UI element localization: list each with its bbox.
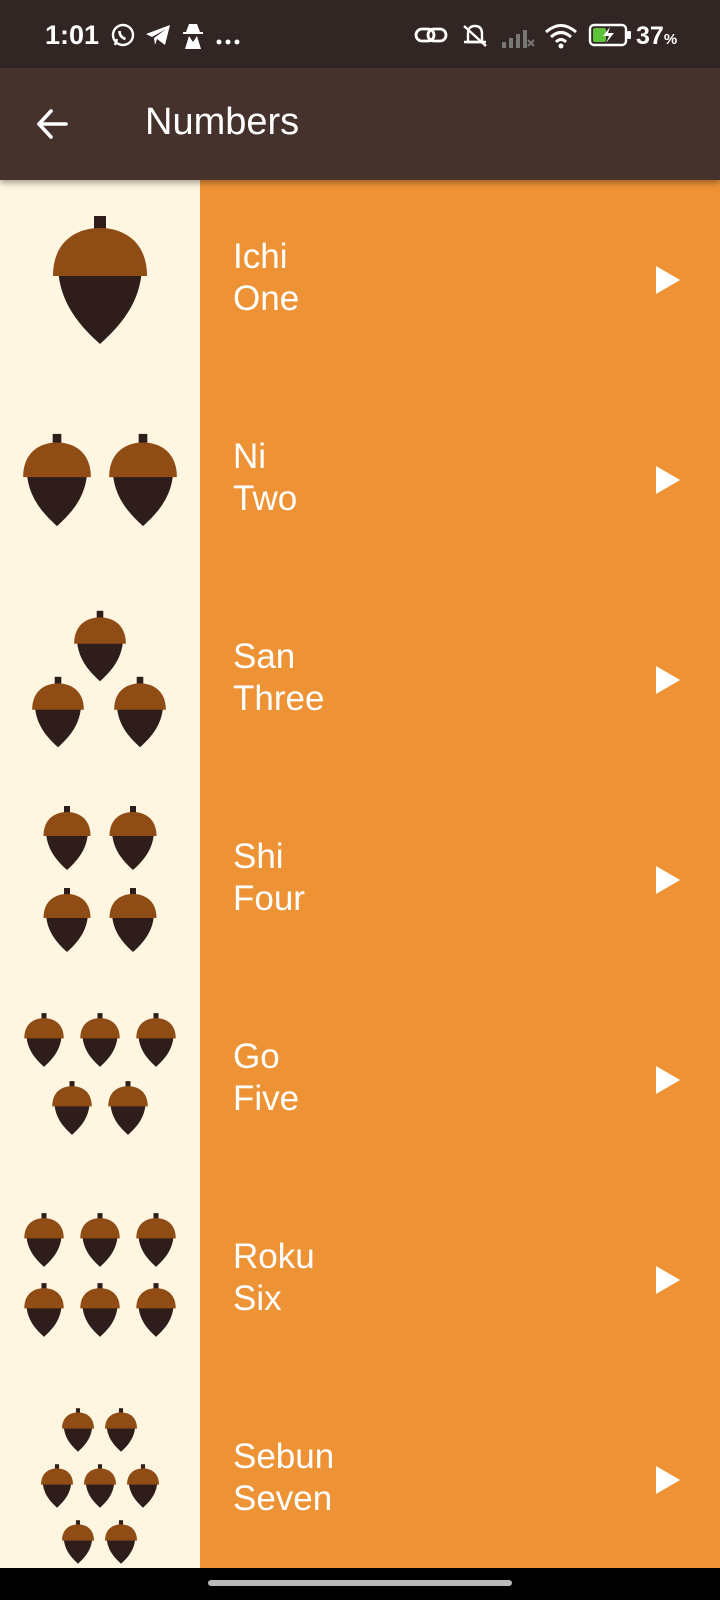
acorn-icon bbox=[114, 676, 166, 748]
word-labels: Ichi One bbox=[233, 236, 299, 320]
english-word: Six bbox=[233, 1279, 282, 1318]
play-icon[interactable] bbox=[652, 1064, 684, 1096]
acorn-icon bbox=[80, 1213, 120, 1267]
battery-percent: 37% bbox=[636, 22, 678, 50]
acorn-icon bbox=[24, 1013, 64, 1067]
status-bar: 1:01 37% bbox=[0, 0, 720, 68]
play-icon[interactable] bbox=[652, 464, 684, 496]
acorn-icon bbox=[23, 433, 91, 527]
whatsapp-icon bbox=[110, 22, 136, 53]
play-icon[interactable] bbox=[652, 1464, 684, 1496]
acorn-icon bbox=[136, 1283, 176, 1337]
number-image bbox=[0, 180, 200, 380]
link-icon bbox=[414, 22, 448, 53]
japanese-word: Shi bbox=[233, 837, 284, 876]
navigation-bar bbox=[0, 1568, 720, 1600]
gesture-handle[interactable] bbox=[208, 1580, 512, 1586]
number-image bbox=[0, 380, 200, 580]
english-word: Five bbox=[233, 1079, 300, 1118]
word-panel[interactable]: Shi Four bbox=[200, 780, 720, 980]
acorn-icon bbox=[105, 1520, 137, 1564]
word-panel[interactable]: Ichi One bbox=[200, 180, 720, 380]
number-image bbox=[0, 1380, 200, 1568]
page-title: Numbers bbox=[145, 101, 300, 143]
acorn-icon bbox=[62, 1520, 94, 1564]
list-item[interactable]: San Three bbox=[0, 580, 720, 780]
numbers-list: Ichi One Ni Two San Three Shi Four Go Five Roku Six… bbox=[0, 180, 720, 1568]
incognito-icon bbox=[180, 22, 206, 55]
acorn-icon bbox=[80, 1013, 120, 1067]
acorn-icon bbox=[41, 1464, 73, 1508]
acorn-icon bbox=[43, 806, 91, 870]
word-panel[interactable]: San Three bbox=[200, 580, 720, 780]
acorn-icon bbox=[80, 1283, 120, 1337]
number-image bbox=[0, 780, 200, 980]
signal-icon bbox=[500, 26, 536, 55]
number-image bbox=[0, 980, 200, 1180]
acorn-icon bbox=[109, 433, 177, 527]
list-item[interactable]: Go Five bbox=[0, 980, 720, 1180]
japanese-word: Ni bbox=[233, 437, 267, 476]
japanese-word: Roku bbox=[233, 1237, 315, 1276]
acorn-icon bbox=[24, 1283, 64, 1337]
word-labels: Shi Four bbox=[233, 836, 305, 920]
status-time: 1:01 bbox=[45, 20, 100, 50]
japanese-word: Go bbox=[233, 1037, 280, 1076]
telegram-icon bbox=[144, 22, 172, 53]
acorn-icon bbox=[32, 676, 84, 748]
word-panel[interactable]: Sebun Seven bbox=[200, 1380, 720, 1568]
bell-muted-icon bbox=[458, 22, 492, 55]
number-image bbox=[0, 580, 200, 780]
acorn-icon bbox=[43, 888, 91, 952]
acorn-icon bbox=[24, 1213, 64, 1267]
japanese-word: Ichi bbox=[233, 237, 288, 276]
acorn-icon bbox=[136, 1213, 176, 1267]
arrow-left-icon bbox=[37, 109, 68, 139]
list-item[interactable]: Ichi One bbox=[0, 180, 720, 380]
word-panel[interactable]: Roku Six bbox=[200, 1180, 720, 1380]
word-labels: San Three bbox=[233, 636, 324, 720]
play-icon[interactable] bbox=[652, 264, 684, 296]
list-item[interactable]: Ni Two bbox=[0, 380, 720, 580]
acorn-icon bbox=[109, 806, 157, 870]
japanese-word: Sebun bbox=[233, 1437, 335, 1476]
battery-charging-icon bbox=[588, 22, 634, 53]
acorn-icon bbox=[53, 216, 147, 344]
acorn-icon bbox=[74, 610, 126, 682]
acorn-icon bbox=[105, 1408, 137, 1452]
more-dots-icon bbox=[216, 32, 240, 50]
word-labels: Go Five bbox=[233, 1036, 299, 1120]
play-icon[interactable] bbox=[652, 1264, 684, 1296]
acorn-icon bbox=[136, 1013, 176, 1067]
japanese-word: San bbox=[233, 637, 296, 676]
acorn-icon bbox=[84, 1464, 116, 1508]
list-item[interactable]: Roku Six bbox=[0, 1180, 720, 1380]
acorn-icon bbox=[127, 1464, 159, 1508]
play-icon[interactable] bbox=[652, 664, 684, 696]
number-image bbox=[0, 1180, 200, 1380]
wifi-icon bbox=[544, 22, 578, 55]
list-item[interactable]: Shi Four bbox=[0, 780, 720, 980]
english-word: Seven bbox=[233, 1479, 333, 1518]
play-icon[interactable] bbox=[652, 864, 684, 896]
english-word: One bbox=[233, 279, 300, 318]
english-word: Four bbox=[233, 879, 305, 918]
english-word: Three bbox=[233, 679, 325, 718]
acorn-icon bbox=[109, 888, 157, 952]
word-panel[interactable]: Ni Two bbox=[200, 380, 720, 580]
word-labels: Ni Two bbox=[233, 436, 297, 520]
acorn-icon bbox=[62, 1408, 94, 1452]
word-labels: Sebun Seven bbox=[233, 1436, 334, 1520]
acorn-icon bbox=[108, 1081, 148, 1135]
list-item[interactable]: Sebun Seven bbox=[0, 1380, 720, 1568]
word-labels: Roku Six bbox=[233, 1236, 315, 1320]
english-word: Two bbox=[233, 479, 298, 518]
back-button[interactable] bbox=[24, 96, 80, 152]
acorn-icon bbox=[52, 1081, 92, 1135]
word-panel[interactable]: Go Five bbox=[200, 980, 720, 1180]
app-bar: Numbers bbox=[0, 68, 720, 180]
